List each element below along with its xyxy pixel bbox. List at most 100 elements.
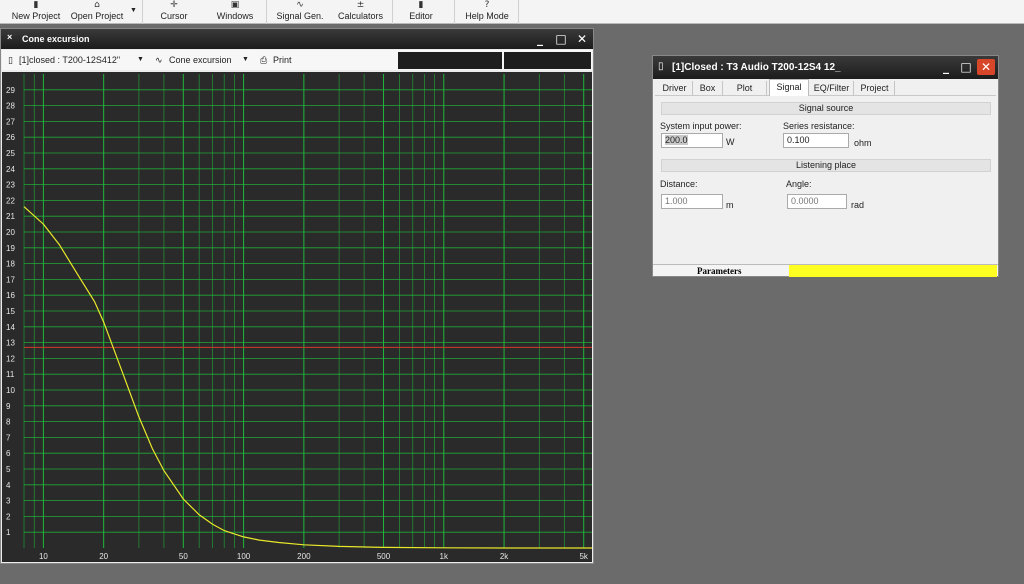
y-tick-label: 3 bbox=[6, 497, 11, 506]
cone-excursion-plot[interactable]: 1 2 3 4 5 6 7 8 9 10 11 12 13 14 15 16 17 18 19 20 21 22 23 24 2… bbox=[2, 72, 592, 562]
main-toolbar: ▮ New Project ⌂ Open Project ▼ ✛ Cursor … bbox=[0, 0, 1024, 24]
cursor-icon: ✛ bbox=[170, 0, 178, 10]
params-minimize-icon[interactable]: _ bbox=[937, 59, 955, 75]
x-tick-label: 50 bbox=[179, 552, 188, 561]
y-tick-label: 18 bbox=[6, 260, 15, 269]
x-tick-label: 200 bbox=[297, 552, 311, 561]
print-button[interactable]: Print bbox=[273, 53, 292, 67]
help-mode-label: Help Mode bbox=[465, 11, 509, 21]
y-tick-label: 16 bbox=[6, 291, 15, 300]
cursor-label: Cursor bbox=[160, 11, 188, 21]
x-tick-label: 500 bbox=[377, 552, 391, 561]
params-maximize-icon[interactable]: □ bbox=[957, 59, 975, 75]
new-project-button[interactable]: ▮ New Project bbox=[8, 0, 64, 23]
window-menu-icon[interactable]: × bbox=[7, 32, 12, 42]
y-tick-label: 19 bbox=[6, 244, 15, 253]
y-tick-label: 28 bbox=[6, 102, 15, 111]
distance-label: Distance: bbox=[660, 179, 698, 189]
signal-gen-button[interactable]: ∿ Signal Gen. bbox=[273, 0, 327, 23]
editor-button[interactable]: ▮ Editor bbox=[400, 0, 442, 23]
editor-icon: ▮ bbox=[418, 0, 424, 10]
close-icon[interactable]: ✕ bbox=[573, 31, 591, 47]
cone-window-titlebar[interactable]: × Cone excursion _ □ ✕ bbox=[1, 29, 593, 49]
tab-project[interactable]: Project bbox=[855, 81, 895, 96]
open-project-icon: ⌂ bbox=[94, 0, 100, 10]
y-tick-label: 10 bbox=[6, 386, 15, 395]
resistance-unit: ohm bbox=[854, 138, 872, 148]
x-tick-label: 10 bbox=[39, 552, 48, 561]
plot-type-chevron-down-icon[interactable]: ▼ bbox=[242, 53, 249, 67]
params-close-icon[interactable]: ✕ bbox=[977, 59, 995, 75]
windows-label: Windows bbox=[216, 11, 254, 21]
project-select[interactable]: [1]closed : T200-12S412" bbox=[19, 53, 120, 67]
y-tick-label: 2 bbox=[6, 512, 11, 521]
printer-icon[interactable]: ⎙ bbox=[260, 53, 267, 67]
tab-box[interactable]: Box bbox=[693, 81, 723, 96]
calculators-button[interactable]: ± Calculators bbox=[333, 0, 388, 23]
y-tick-label: 25 bbox=[6, 149, 15, 158]
toolbar-separator bbox=[518, 0, 519, 24]
x-tick-label: 2k bbox=[500, 552, 509, 561]
resistance-input[interactable]: 0.100 bbox=[783, 133, 849, 148]
readout-box-right bbox=[504, 52, 591, 69]
x-tick-label: 20 bbox=[99, 552, 108, 561]
maximize-icon[interactable]: □ bbox=[552, 31, 570, 47]
minimize-icon[interactable]: _ bbox=[531, 31, 549, 47]
x-tick-label: 100 bbox=[237, 552, 251, 561]
y-tick-label: 29 bbox=[6, 86, 15, 95]
calculators-icon: ± bbox=[356, 0, 365, 10]
tab-eq-filter[interactable]: EQ/Filter bbox=[810, 81, 854, 96]
open-project-dropdown-icon[interactable]: ▼ bbox=[130, 7, 137, 14]
cursor-button[interactable]: ✛ Cursor bbox=[150, 0, 198, 23]
y-tick-label: 26 bbox=[6, 133, 15, 142]
power-label: System input power: bbox=[660, 121, 742, 131]
toolbar-separator bbox=[266, 0, 267, 24]
y-tick-label: 22 bbox=[6, 196, 15, 205]
y-tick-label: 6 bbox=[6, 449, 11, 458]
power-input[interactable]: 200.0 bbox=[661, 133, 723, 148]
signal-gen-label: Signal Gen. bbox=[276, 11, 324, 21]
angle-unit: rad bbox=[851, 200, 865, 210]
new-project-icon: ▮ bbox=[33, 0, 39, 10]
toolbar-separator bbox=[392, 0, 393, 24]
y-tick-label: 14 bbox=[6, 323, 15, 332]
windows-button[interactable]: ▣ Windows bbox=[210, 0, 260, 23]
cone-excursion-window: × Cone excursion _ □ ✕ ▯ [1]closed : T20… bbox=[0, 28, 594, 564]
toolbar-separator bbox=[142, 0, 143, 24]
tab-signal[interactable]: Signal bbox=[769, 79, 809, 96]
y-tick-label: 7 bbox=[6, 433, 11, 442]
help-icon: ? bbox=[484, 0, 490, 10]
angle-input[interactable]: 0.0000 bbox=[787, 194, 847, 209]
y-tick-label: 9 bbox=[6, 402, 11, 411]
toolbar-separator bbox=[454, 0, 455, 24]
y-tick-label: 4 bbox=[6, 481, 11, 490]
params-window-titlebar[interactable]: ▯ [1]Closed : T3 Audio T200-12S4 12_ _ □… bbox=[653, 56, 998, 79]
resistance-label: Series resistance: bbox=[783, 121, 855, 131]
y-tick-label: 20 bbox=[6, 228, 15, 237]
y-tick-label: 11 bbox=[6, 370, 15, 379]
new-project-label: New Project bbox=[11, 11, 61, 21]
params-statusbar: Parameters bbox=[653, 264, 998, 277]
project-doc-icon: ▯ bbox=[8, 55, 13, 65]
editor-label: Editor bbox=[409, 11, 433, 21]
parameters-window: ▯ [1]Closed : T3 Audio T200-12S4 12_ _ □… bbox=[652, 55, 999, 277]
y-tick-label: 13 bbox=[6, 339, 15, 348]
project-select-chevron-down-icon[interactable]: ▼ bbox=[137, 53, 144, 67]
cone-toolbar: ▯ [1]closed : T200-12S412" ▼ ∿ Cone excu… bbox=[2, 50, 592, 70]
y-tick-label: 5 bbox=[6, 465, 11, 474]
open-project-button[interactable]: ⌂ Open Project bbox=[66, 0, 128, 23]
plot-type-select[interactable]: Cone excursion bbox=[169, 53, 232, 67]
params-tabs: Driver Box Plot Signal EQ/Filter Project bbox=[655, 79, 996, 96]
params-window-title: [1]Closed : T3 Audio T200-12S4 12_ bbox=[672, 62, 841, 73]
power-value: 200.0 bbox=[665, 135, 688, 145]
windows-icon: ▣ bbox=[230, 0, 240, 10]
readout-box-left bbox=[398, 52, 502, 69]
tab-driver[interactable]: Driver bbox=[657, 81, 693, 96]
y-tick-label: 23 bbox=[6, 181, 15, 190]
params-doc-icon: ▯ bbox=[658, 61, 664, 72]
y-tick-label: 21 bbox=[6, 212, 15, 221]
help-mode-button[interactable]: ? Help Mode bbox=[460, 0, 514, 23]
distance-input[interactable]: 1.000 bbox=[661, 194, 723, 209]
signal-gen-icon: ∿ bbox=[296, 0, 304, 10]
tab-plot[interactable]: Plot bbox=[723, 81, 767, 96]
